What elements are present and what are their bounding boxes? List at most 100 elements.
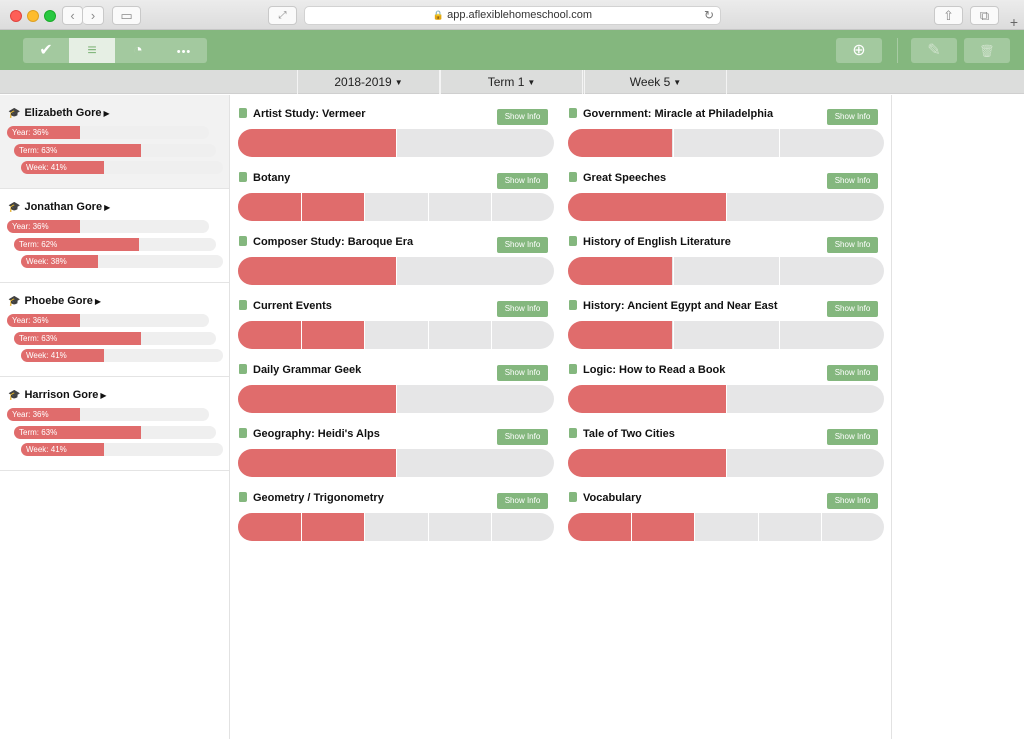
toolbar-divider	[897, 38, 898, 63]
book-icon	[239, 492, 247, 502]
show-info-button[interactable]: Show Info	[497, 429, 548, 445]
course-progress-bar[interactable]	[568, 257, 884, 285]
course-progress-bar[interactable]	[568, 449, 884, 477]
back-button[interactable]: ‹	[62, 6, 83, 25]
show-info-button[interactable]: Show Info	[497, 493, 548, 509]
course-card: Vocabulary Show Info	[561, 479, 884, 543]
course-progress-bar[interactable]	[238, 449, 554, 477]
term-selector[interactable]: Term 1 ▼	[440, 70, 583, 94]
course-progress-bar[interactable]	[238, 321, 554, 349]
course-progress-bar[interactable]	[568, 385, 884, 413]
student-card[interactable]: 🎓 Elizabeth Gore ▶ Year: 36% Term: 63% Wee…	[0, 95, 229, 189]
show-info-button[interactable]: Show Info	[497, 109, 548, 125]
add-button[interactable]: ⊕	[836, 38, 882, 63]
show-info-button[interactable]: Show Info	[827, 429, 878, 445]
zoom-window-button[interactable]	[44, 10, 56, 22]
course-progress-bar[interactable]	[568, 129, 884, 157]
more-icon: •••	[176, 46, 192, 58]
book-icon	[569, 108, 577, 118]
minimize-window-button[interactable]	[27, 10, 39, 22]
delete-button[interactable]: 🗑	[964, 38, 1010, 63]
week-progress-label: Week: 38%	[26, 257, 67, 266]
course-grid: Artist Study: Vermeer Show Info Government…	[231, 95, 892, 739]
book-icon	[569, 300, 577, 310]
course-title: Daily Grammar Geek	[239, 364, 361, 376]
course-card: Geometry / Trigonometry Show Info	[231, 479, 554, 543]
student-name[interactable]: 🎓 Jonathan Gore ▶	[8, 201, 237, 214]
course-title-text: Geography: Heidi's Alps	[253, 428, 380, 440]
caret-down-icon: ▼	[673, 78, 682, 87]
show-info-button[interactable]: Show Info	[497, 301, 548, 317]
year-selector[interactable]: 2018-2019 ▼	[297, 70, 440, 94]
show-info-button[interactable]: Show Info	[497, 365, 548, 381]
student-name[interactable]: 🎓 Elizabeth Gore ▶	[8, 107, 237, 120]
student-name[interactable]: 🎓 Harrison Gore ▶	[8, 389, 237, 402]
show-info-button[interactable]: Show Info	[827, 365, 878, 381]
caret-right-icon: ▶	[94, 297, 102, 306]
reload-icon[interactable]: ↻	[704, 7, 714, 24]
show-info-button[interactable]: Show Info	[827, 173, 878, 189]
course-progress-bar[interactable]	[238, 193, 554, 221]
show-info-button[interactable]: Show Info	[827, 301, 878, 317]
course-title: History of English Literature	[569, 236, 731, 248]
app-toolbar: ✔ ≡ ◔ ••• ⊕ ✎ 🗑	[0, 30, 1024, 70]
book-icon	[569, 236, 577, 246]
segment-divider	[490, 193, 492, 221]
course-progress-fill	[568, 449, 726, 477]
new-tab-button[interactable]: +	[1006, 14, 1022, 30]
browser-chrome: ‹ › ▭ ⤢ 🔒 app.aflexiblehomeschool.com ↻ ⇧…	[0, 0, 1024, 30]
segment-divider	[726, 193, 727, 221]
segment-divider	[396, 129, 397, 157]
address-bar[interactable]: 🔒 app.aflexiblehomeschool.com ↻	[304, 6, 721, 25]
course-progress-bar[interactable]	[568, 513, 884, 541]
tabs-overview-button[interactable]: ⧉	[970, 6, 999, 25]
student-card[interactable]: 🎓 Harrison Gore ▶ Year: 36% Term: 63% Week…	[0, 377, 229, 471]
segment-divider	[301, 513, 303, 541]
course-progress-bar[interactable]	[238, 513, 554, 541]
show-info-button[interactable]: Show Info	[827, 493, 878, 509]
year-progress-bar: Year: 36%	[7, 408, 209, 421]
student-name[interactable]: 🎓 Phoebe Gore ▶	[8, 295, 237, 308]
show-info-button[interactable]: Show Info	[827, 109, 878, 125]
term-progress-label: Term: 63%	[19, 334, 58, 343]
add-circle-icon: ⊕	[852, 42, 866, 59]
course-title: Current Events	[239, 300, 332, 312]
share-button[interactable]: ⇧	[934, 6, 963, 25]
forward-button[interactable]: ›	[83, 6, 104, 25]
course-title-text: Current Events	[253, 300, 332, 312]
caret-right-icon: ▶	[104, 203, 111, 212]
student-card[interactable]: 🎓 Jonathan Gore ▶ Year: 36% Term: 62% Week…	[0, 189, 229, 283]
term-progress-bar: Term: 62%	[14, 238, 216, 251]
student-card[interactable]: 🎓 Phoebe Gore ▶ Year: 36% Term: 63% Week: …	[0, 283, 229, 377]
more-button[interactable]: •••	[161, 38, 207, 63]
segment-divider	[427, 193, 429, 221]
sidebar-toggle-button[interactable]: ▭	[112, 6, 141, 25]
course-progress-bar[interactable]	[568, 321, 884, 349]
edit-button[interactable]: ✎	[911, 38, 957, 63]
show-info-button[interactable]: Show Info	[827, 237, 878, 253]
course-title-text: Logic: How to Read a Book	[583, 364, 726, 376]
book-icon	[239, 300, 247, 310]
progress-view-button[interactable]: ≡	[69, 38, 115, 63]
course-progress-bar[interactable]	[238, 385, 554, 413]
show-info-button[interactable]: Show Info	[497, 237, 548, 253]
close-window-button[interactable]	[10, 10, 22, 22]
course-progress-fill	[568, 129, 673, 157]
course-title-text: Artist Study: Vermeer	[253, 108, 366, 120]
course-progress-bar[interactable]	[238, 129, 554, 157]
show-info-button[interactable]: Show Info	[497, 173, 548, 189]
reader-button[interactable]: ⤢	[268, 6, 297, 25]
book-icon	[569, 172, 577, 182]
course-progress-bar[interactable]	[568, 193, 884, 221]
segment-divider	[673, 257, 675, 285]
student-name-label: Phoebe Gore	[24, 295, 93, 307]
checklist-view-button[interactable]: ✔	[23, 38, 69, 63]
segment-divider	[301, 193, 303, 221]
week-progress-bar: Week: 41%	[21, 349, 223, 362]
course-progress-bar[interactable]	[238, 257, 554, 285]
chart-view-button[interactable]: ◔	[115, 38, 161, 63]
period-selector-bar: 2018-2019 ▼ Term 1 ▼ Week 5 ▼	[0, 70, 1024, 94]
week-selector[interactable]: Week 5 ▼	[584, 70, 727, 94]
pie-chart-icon: ◔	[133, 42, 143, 59]
week-selector-label: Week 5	[629, 75, 671, 89]
